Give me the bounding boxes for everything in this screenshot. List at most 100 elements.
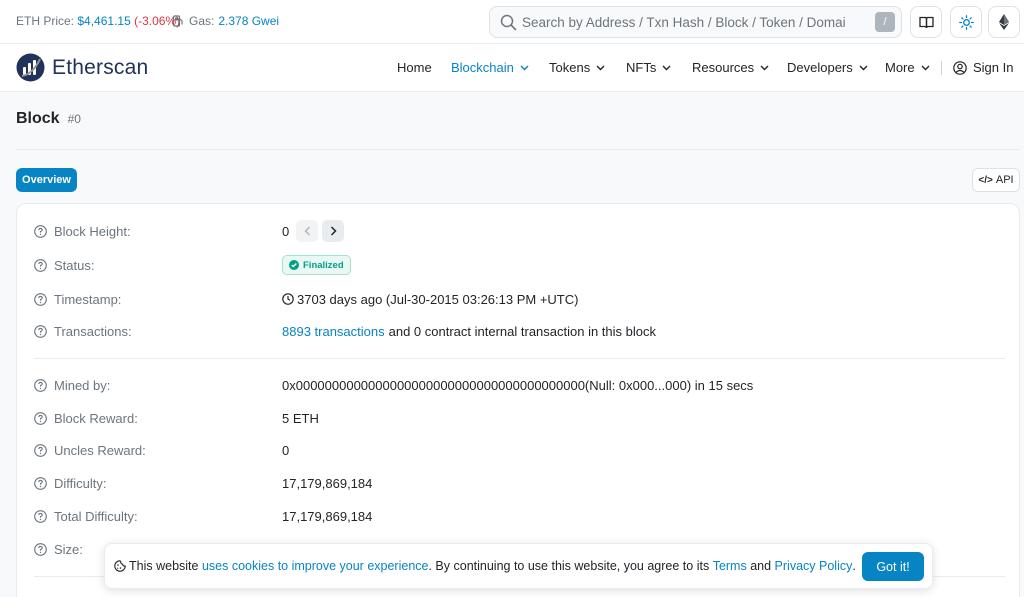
question-circle-icon[interactable] [34, 443, 47, 457]
cookie-icon [114, 560, 126, 572]
block-reward-value: 5 ETH [282, 410, 319, 426]
transactions-text: and 0 contract internal transaction in t… [388, 323, 656, 339]
chevron-down-icon [520, 65, 529, 71]
nav-separator [941, 61, 942, 75]
eth-price-value[interactable]: $4,461.15 [77, 14, 130, 28]
user-circle-icon [953, 60, 967, 75]
nav-more[interactable]: More [885, 60, 930, 75]
clock-icon [282, 293, 294, 305]
search-box: / [489, 6, 902, 38]
eth-price: ETH Price: $4,461.15 (-3.06%) [16, 14, 180, 28]
sign-in-label: Sign In [973, 60, 1014, 75]
header-divider [16, 149, 1020, 150]
transactions-label: Transactions: [54, 323, 132, 339]
status-value: Finalized [303, 259, 344, 271]
row-block-height: Block Height: 0 [17, 220, 1021, 242]
question-circle-icon[interactable] [34, 509, 47, 523]
mined-by-value[interactable]: 0x00000000000000000000000000000000000000… [282, 378, 753, 393]
api-button[interactable]: </> API [972, 168, 1020, 192]
book-icon [918, 16, 934, 29]
gas-label: Gas: [189, 14, 215, 28]
timestamp-value: 3703 days ago (Jul-30-2015 03:26:13 PM +… [297, 291, 579, 307]
cookie-text-1: This website [129, 559, 199, 573]
nav-sign-in[interactable]: Sign In [953, 60, 1013, 75]
gas-price: Gas: 2.378 Gwei [172, 14, 279, 28]
chevron-down-icon [921, 65, 930, 71]
gas-pump-icon [172, 15, 184, 27]
tab-overview[interactable]: Overview [16, 168, 77, 192]
cookie-text-2: . By continuing to use this website, you… [428, 559, 710, 573]
theme-toggle-button[interactable] [950, 6, 982, 38]
network-switch-button[interactable] [988, 6, 1020, 38]
nav-nfts-label: NFTs [626, 60, 657, 75]
nav-developers-label: Developers [787, 60, 853, 75]
block-number: #0 [67, 112, 81, 126]
question-circle-icon[interactable] [34, 542, 47, 556]
timestamp-label: Timestamp: [54, 291, 122, 307]
question-circle-icon[interactable] [34, 411, 47, 425]
question-circle-icon[interactable] [34, 258, 47, 272]
size-label: Size: [54, 541, 83, 557]
logo-text: Etherscan [52, 55, 149, 79]
total-difficulty-value: 17,179,869,184 [282, 508, 373, 524]
nav-more-label: More [885, 60, 915, 75]
ethereum-icon [999, 14, 1009, 30]
got-it-button[interactable]: Got it! [862, 552, 924, 581]
row-difficulty: Difficulty: 17,179,869,184 [17, 472, 1021, 494]
row-total-difficulty: Total Difficulty: 17,179,869,184 [17, 505, 1021, 527]
question-circle-icon[interactable] [34, 292, 47, 306]
row-mined-by: Mined by: 0x0000000000000000000000000000… [17, 374, 1021, 396]
privacy-policy-link[interactable]: Privacy Policy [775, 559, 853, 573]
question-circle-icon[interactable] [34, 378, 47, 392]
nav-blockchain-label: Blockchain [451, 60, 514, 75]
block-height-label: Block Height: [54, 223, 131, 239]
cookie-text-3: and [750, 559, 772, 573]
nav-blockchain[interactable]: Blockchain [451, 60, 529, 75]
nav-home[interactable]: Home [397, 60, 432, 75]
block-overview-card: Block Height: 0 Status: Finalized Timest… [16, 203, 1020, 597]
cookie-policy-link[interactable]: uses cookies to improve your experience [202, 559, 429, 573]
main-navbar: Etherscan Home Blockchain Tokens NFTs Re… [0, 44, 1024, 92]
section-divider [34, 358, 1005, 359]
cookie-message: This website uses cookies to improve you… [129, 559, 856, 573]
question-circle-icon[interactable] [34, 324, 47, 338]
next-block-button[interactable] [322, 220, 345, 242]
row-block-reward: Block Reward: 5 ETH [17, 407, 1021, 429]
difficulty-label: Difficulty: [54, 475, 107, 491]
uncles-reward-label: Uncles Reward: [54, 442, 146, 458]
block-height-value: 0 [282, 223, 290, 239]
top-bar: ETH Price: $4,461.15 (-3.06%) Gas: 2.378… [0, 0, 1024, 44]
page-header: Block #0 [16, 110, 81, 128]
nav-resources[interactable]: Resources [692, 60, 769, 75]
nav-tokens[interactable]: Tokens [549, 60, 605, 75]
mined-by-label: Mined by: [54, 377, 111, 393]
search-input[interactable] [522, 7, 862, 37]
prev-block-button[interactable] [296, 220, 319, 242]
terms-link[interactable]: Terms [713, 559, 747, 573]
status-badge: Finalized [282, 255, 351, 275]
etherscan-logo[interactable]: Etherscan [16, 53, 148, 82]
chevron-right-icon [330, 226, 337, 236]
total-difficulty-label: Total Difficulty: [54, 508, 138, 524]
transactions-link[interactable]: 8893 transactions [282, 324, 385, 339]
row-uncles-reward: Uncles Reward: 0 [17, 439, 1021, 461]
chevron-down-icon [662, 65, 671, 71]
page-title: Block [16, 110, 60, 127]
nav-resources-label: Resources [692, 60, 755, 75]
difficulty-value: 17,179,869,184 [282, 475, 373, 491]
cookie-banner: This website uses cookies to improve you… [104, 543, 933, 589]
row-status: Status: Finalized [17, 254, 1021, 276]
nav-developers[interactable]: Developers [787, 60, 868, 75]
gas-value[interactable]: 2.378 Gwei [218, 14, 279, 28]
nav-nfts[interactable]: NFTs [626, 60, 671, 75]
eth-price-label: ETH Price: [16, 14, 75, 28]
question-circle-icon[interactable] [34, 476, 47, 490]
reader-mode-button[interactable] [910, 6, 942, 38]
row-transactions: Transactions: 8893 transactions and 0 co… [17, 320, 1021, 342]
question-circle-icon[interactable] [34, 224, 47, 238]
chevron-down-icon [760, 65, 769, 71]
chevron-down-icon [859, 65, 868, 71]
sun-icon [958, 14, 974, 30]
row-timestamp: Timestamp: 3703 days ago (Jul-30-2015 03… [17, 288, 1021, 310]
uncles-reward-value: 0 [282, 442, 290, 458]
